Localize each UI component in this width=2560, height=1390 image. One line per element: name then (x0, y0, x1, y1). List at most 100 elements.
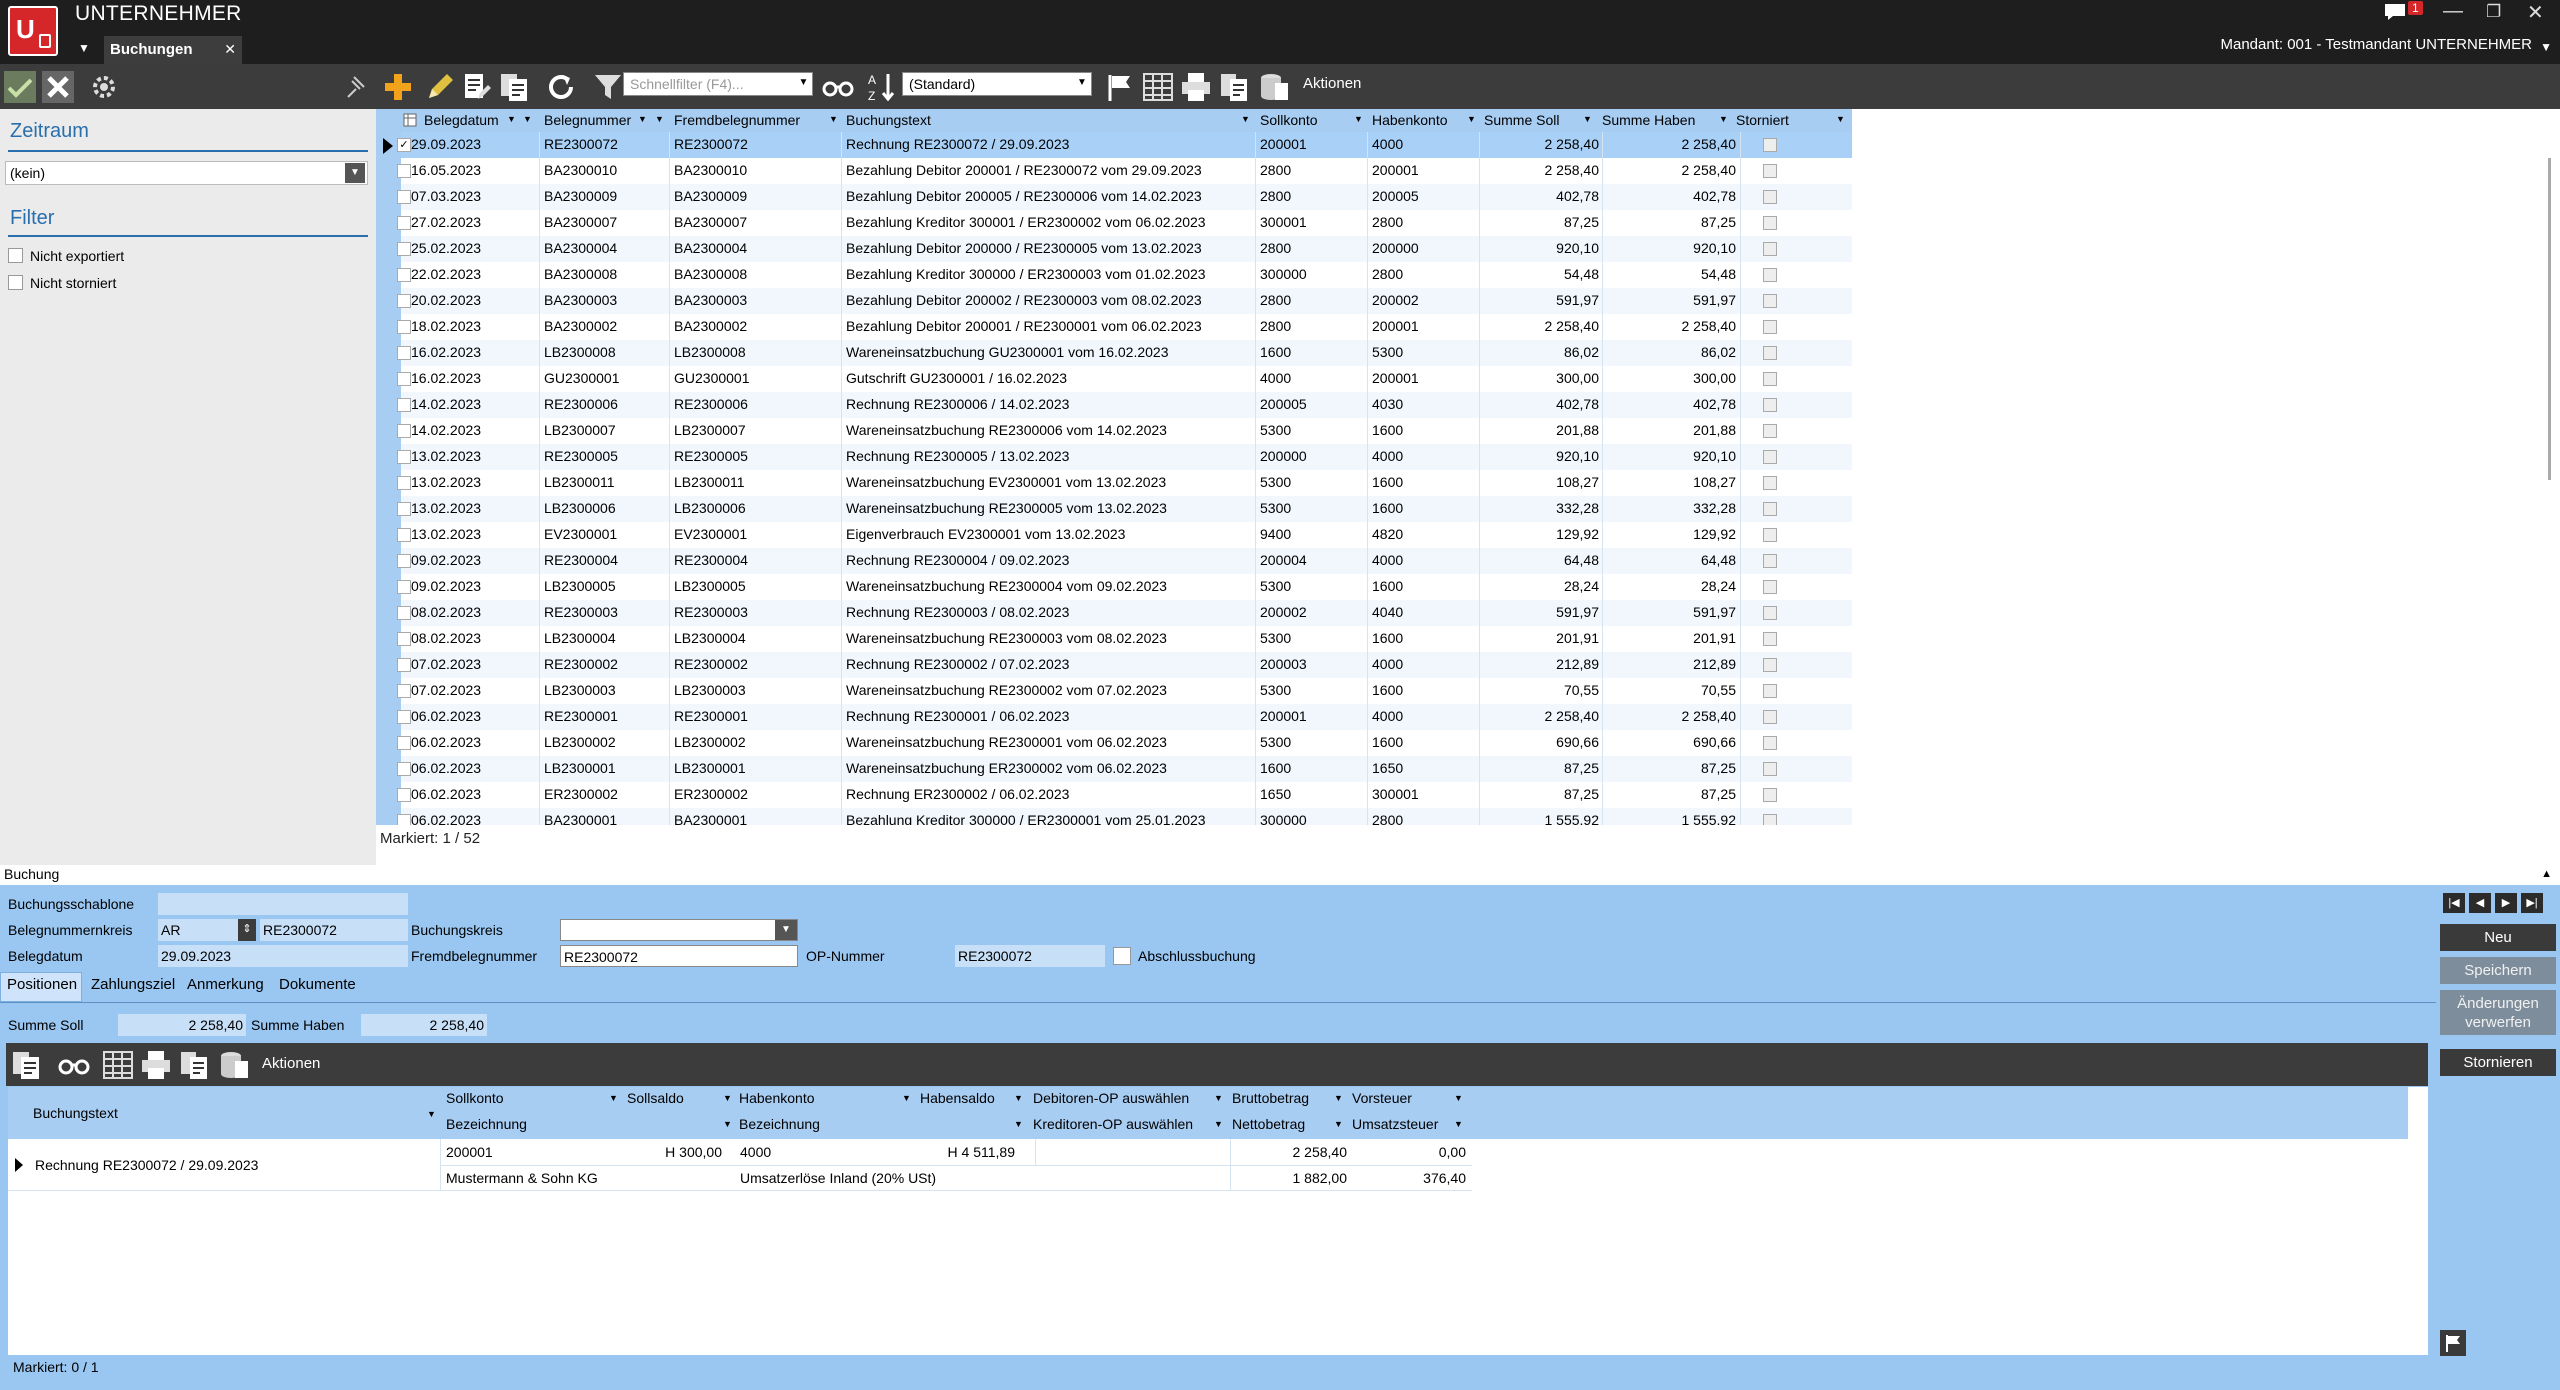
table-row[interactable]: 13.02.2023 RE2300005 RE2300005 Rechnung RE2… (397, 444, 1852, 470)
col-sollkonto[interactable]: Sollkonto (446, 1090, 504, 1106)
tab-zahlungsziel[interactable]: Zahlungsziel (91, 976, 175, 993)
table-row[interactable]: 08.02.2023 LB2300004 LB2300004 Wareneinsatz… (397, 626, 1852, 652)
table-row[interactable]: 07.02.2023 RE2300002 RE2300002 Rechnung RE2… (397, 652, 1852, 678)
table-row[interactable]: 06.02.2023 BA2300001 BA2300001 Bezahlung Kr… (397, 808, 1852, 825)
row-select-checkbox[interactable] (397, 164, 411, 178)
chevron-down-icon[interactable]: ▼ (775, 920, 797, 940)
table-row[interactable]: 25.02.2023 BA2300004 BA2300004 Bezahlung De… (397, 236, 1852, 262)
neu-button[interactable]: Neu (2440, 924, 2556, 951)
chevron-down-icon[interactable]: ▼ (638, 114, 647, 124)
row-select-checkbox[interactable] (397, 632, 411, 646)
storniert-checkbox[interactable] (1763, 684, 1777, 698)
buchungskreis-select[interactable] (560, 919, 798, 941)
storniert-checkbox[interactable] (1763, 762, 1777, 776)
actions-menu[interactable]: Aktionen (1303, 75, 1361, 92)
row-select-checkbox[interactable] (397, 268, 411, 282)
filter-dropdown-icon[interactable]: ▼ (1719, 114, 1728, 124)
copy-document-icon[interactable] (10, 1049, 42, 1081)
column-chooser-icon[interactable] (403, 113, 417, 127)
col-soll-bezeichnung[interactable]: Bezeichnung (446, 1116, 527, 1132)
col-fremdbelegnummer[interactable]: Fremdbelegnummer (674, 112, 800, 128)
nummernkreis-dropdown-icon[interactable]: ⇕ (238, 919, 256, 941)
storniert-checkbox[interactable] (1763, 190, 1777, 204)
export-documents-icon[interactable] (1218, 71, 1250, 103)
table-row[interactable]: 22.02.2023 BA2300008 BA2300008 Bezahlung Kr… (397, 262, 1852, 288)
table-row[interactable]: 14.02.2023 RE2300006 RE2300006 Rechnung RE2… (397, 392, 1852, 418)
export-documents-icon[interactable] (178, 1049, 210, 1081)
storniert-checkbox[interactable] (1763, 788, 1777, 802)
filter-dropdown-icon[interactable]: ▼ (829, 114, 838, 124)
table-grid-icon[interactable] (102, 1049, 134, 1081)
print-icon[interactable] (1180, 71, 1212, 103)
edit-pencil-icon[interactable] (424, 71, 456, 103)
tab-buchungen[interactable]: Buchungen ✕ (104, 36, 242, 64)
storniert-checkbox[interactable] (1763, 710, 1777, 724)
table-row[interactable]: 06.02.2023 LB2300002 LB2300002 Wareneinsatz… (397, 730, 1852, 756)
col-bruttobetrag[interactable]: Bruttobetrag (1232, 1090, 1309, 1106)
col-habenkonto[interactable]: Habenkonto (1372, 112, 1448, 128)
col-sollkonto[interactable]: Sollkonto (1260, 112, 1318, 128)
tab-menu-arrow-icon[interactable]: ▼ (78, 41, 90, 55)
chevron-down-icon[interactable]: ▼ (609, 1093, 618, 1103)
row-select-checkbox[interactable] (397, 476, 411, 490)
close-window-button[interactable]: ✕ (2527, 0, 2544, 25)
filter-dropdown-icon[interactable]: ▼ (523, 114, 532, 124)
table-row[interactable]: ✓ 29.09.2023 RE2300072 RE2300072 Rechnung RE… (397, 132, 1852, 158)
table-row[interactable]: 06.02.2023 LB2300001 LB2300001 Wareneinsatz… (397, 756, 1852, 782)
row-select-checkbox[interactable] (397, 606, 411, 620)
quickfilter-input[interactable]: Schnellfilter (F4)... (623, 72, 813, 96)
document-edit-icon[interactable] (460, 71, 492, 103)
first-record-button[interactable]: |◀ (2443, 893, 2465, 913)
storniert-checkbox[interactable] (1763, 424, 1777, 438)
prev-record-button[interactable]: ◀ (2469, 893, 2491, 913)
binoculars-icon[interactable] (822, 71, 854, 103)
speichern-button[interactable]: Speichern (2440, 957, 2556, 984)
row-select-checkbox[interactable] (397, 320, 411, 334)
col-summe-haben[interactable]: Summe Haben (1602, 112, 1695, 128)
row-select-checkbox[interactable] (397, 398, 411, 412)
storniert-checkbox[interactable] (1763, 450, 1777, 464)
row-select-checkbox[interactable] (397, 216, 411, 230)
table-row[interactable]: 16.02.2023 GU2300001 GU2300001 Gutschrift G… (397, 366, 1852, 392)
print-icon[interactable] (140, 1049, 172, 1081)
col-umsatzsteuer[interactable]: Umsatzsteuer (1352, 1116, 1438, 1132)
filter-dropdown-icon[interactable]: ▼ (1354, 114, 1363, 124)
chevron-down-icon[interactable]: ▼ (1014, 1119, 1023, 1129)
storniert-checkbox[interactable] (1763, 242, 1777, 256)
not-exported-checkbox[interactable] (8, 248, 23, 263)
table-row[interactable]: 16.02.2023 LB2300008 LB2300008 Wareneinsatz… (397, 340, 1852, 366)
storniert-checkbox[interactable] (1763, 502, 1777, 516)
col-kreditor-op[interactable]: Kreditoren-OP auswählen (1033, 1116, 1193, 1132)
row-select-checkbox[interactable] (397, 242, 411, 256)
flag-icon[interactable] (1104, 71, 1136, 103)
filter-dropdown-icon[interactable]: ▼ (1467, 114, 1476, 124)
storniert-checkbox[interactable] (1763, 658, 1777, 672)
row-select-checkbox[interactable]: ✓ (397, 138, 411, 152)
row-select-checkbox[interactable] (397, 736, 411, 750)
table-row[interactable]: 18.02.2023 BA2300002 BA2300002 Bezahlung De… (397, 314, 1852, 340)
col-debitor-op[interactable]: Debitoren-OP auswählen (1033, 1090, 1189, 1106)
chevron-down-icon[interactable]: ▼ (507, 114, 516, 124)
cancel-x-icon[interactable] (42, 71, 74, 103)
minimize-button[interactable]: — (2443, 0, 2463, 23)
chevron-down-icon[interactable]: ▼ (1454, 1119, 1463, 1129)
row-select-checkbox[interactable] (397, 190, 411, 204)
op-nummer-input[interactable]: RE2300072 (955, 945, 1105, 967)
refresh-icon[interactable] (545, 71, 577, 103)
copy-document-icon[interactable] (498, 71, 530, 103)
position-row[interactable]: Rechnung RE2300072 / 29.09.2023 200001 H… (8, 1139, 1472, 1191)
storniert-checkbox[interactable] (1763, 606, 1777, 620)
belegdatum-input[interactable]: 29.09.2023 (158, 945, 408, 967)
row-select-checkbox[interactable] (397, 814, 411, 825)
table-row[interactable]: 07.02.2023 LB2300003 LB2300003 Wareneinsatz… (397, 678, 1852, 704)
chevron-down-icon[interactable]: ▼ (1073, 73, 1091, 95)
col-belegdatum[interactable]: Belegdatum (424, 112, 499, 128)
filter-dropdown-icon[interactable]: ▼ (1583, 114, 1592, 124)
belegnummer-input[interactable]: RE2300072 (260, 919, 408, 941)
chevron-down-icon[interactable]: ▼ (2540, 40, 2552, 54)
row-select-checkbox[interactable] (397, 450, 411, 464)
database-icon[interactable] (1258, 71, 1290, 103)
flag-icon[interactable] (2440, 1330, 2466, 1356)
storniert-checkbox[interactable] (1763, 814, 1777, 825)
chevron-down-icon[interactable]: ▼ (1214, 1119, 1223, 1129)
